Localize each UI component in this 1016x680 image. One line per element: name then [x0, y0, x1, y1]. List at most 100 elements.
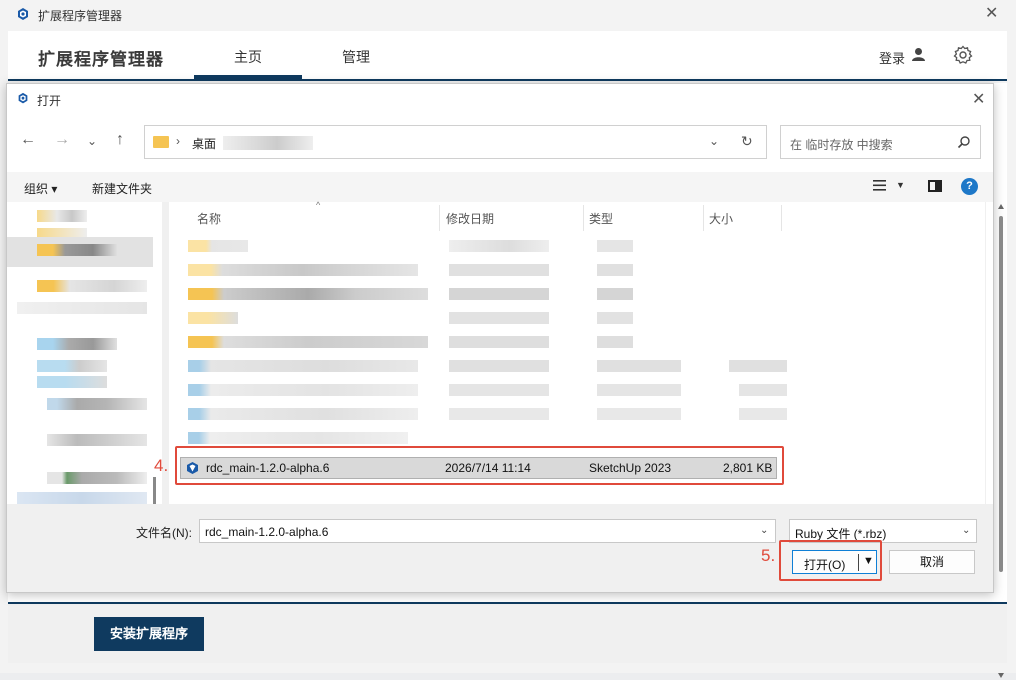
- preview-pane-icon[interactable]: [928, 180, 942, 192]
- nav-item-blurred: [37, 210, 87, 222]
- file-row-blurred[interactable]: [449, 240, 549, 252]
- close-icon[interactable]: ✕: [985, 6, 998, 22]
- file-row-blurred[interactable]: [188, 432, 408, 444]
- search-icon[interactable]: [957, 135, 971, 149]
- new-folder-button[interactable]: 新建文件夹: [92, 180, 152, 197]
- organize-label: 组织: [24, 182, 49, 196]
- search-placeholder: 在 临时存放 中搜索: [790, 138, 893, 152]
- open-file-dialog: 打开 ✕ ← → ⌄ ↑ › 桌面 ⌄ ↻ 在 临时存放 中搜索 组织 ▾ 新建…: [6, 83, 1004, 678]
- organize-menu[interactable]: 组织 ▾: [24, 180, 57, 197]
- dialog-titlebar: 打开 ✕: [7, 84, 993, 114]
- column-header-name[interactable]: 名称: [197, 210, 221, 227]
- file-row-blurred[interactable]: [597, 288, 633, 300]
- file-row-blurred[interactable]: [188, 288, 428, 300]
- chevron-right-icon: ›: [176, 134, 180, 148]
- nav-item-blurred: [37, 376, 107, 388]
- annotation-step-4: 4.: [154, 456, 169, 475]
- nav-item-blurred: [47, 434, 147, 446]
- nav-item-blurred: [17, 302, 147, 314]
- chevron-down-icon[interactable]: ⌄: [87, 134, 97, 148]
- filename-label: 文件名(N):: [136, 526, 192, 540]
- close-icon[interactable]: ✕: [972, 89, 985, 109]
- column-divider: [781, 205, 782, 231]
- file-row-blurred[interactable]: [188, 312, 238, 324]
- tab-home[interactable]: 主页: [234, 47, 262, 67]
- nav-item-blurred: [37, 360, 107, 372]
- file-row-blurred[interactable]: [597, 240, 633, 252]
- dialog-scrollbar[interactable]: [997, 202, 1005, 680]
- column-header-date[interactable]: 修改日期: [446, 210, 494, 227]
- file-row-blurred[interactable]: [597, 264, 633, 276]
- file-row-blurred[interactable]: [188, 384, 418, 396]
- nav-item-blurred: [37, 338, 117, 350]
- column-header-type[interactable]: 类型: [589, 210, 613, 227]
- folder-icon: [153, 136, 169, 148]
- file-row-blurred[interactable]: [597, 312, 633, 324]
- chevron-down-icon[interactable]: ⌄: [760, 525, 768, 536]
- chevron-down-icon[interactable]: ⌄: [962, 525, 970, 536]
- caret-down-icon[interactable]: ▼: [896, 180, 905, 190]
- cancel-button[interactable]: 取消: [889, 550, 975, 574]
- breadcrumb-blurred: [223, 136, 313, 150]
- help-icon[interactable]: ?: [961, 178, 978, 195]
- column-header-size[interactable]: 大小: [709, 210, 733, 227]
- nav-item-blurred: [17, 492, 147, 504]
- annotation-box-step-4: [175, 446, 784, 485]
- forward-arrow-icon[interactable]: →: [54, 131, 70, 149]
- column-divider: [583, 205, 584, 231]
- breadcrumb-desktop[interactable]: 桌面: [192, 135, 216, 152]
- filename-input[interactable]: rdc_main-1.2.0-alpha.6 ⌄: [199, 519, 776, 543]
- install-extension-button[interactable]: 安装扩展程序: [94, 617, 204, 651]
- nav-pane-scrollbar[interactable]: [153, 477, 156, 504]
- file-row-blurred[interactable]: [188, 264, 418, 276]
- nav-item-blurred: [37, 280, 147, 292]
- file-row-blurred[interactable]: [449, 384, 549, 396]
- dialog-title: 打开: [37, 94, 62, 108]
- navigation-bar: ← → ⌄ ↑ › 桌面 ⌄ ↻ 在 临时存放 中搜索: [7, 114, 993, 172]
- annotation-step-5: 5.: [761, 546, 776, 565]
- back-arrow-icon[interactable]: ←: [20, 131, 36, 149]
- filename-value: rdc_main-1.2.0-alpha.6: [205, 525, 329, 539]
- file-row-blurred[interactable]: [597, 360, 681, 372]
- file-row-blurred[interactable]: [729, 360, 787, 372]
- view-list-icon[interactable]: [873, 180, 886, 191]
- user-icon[interactable]: [911, 47, 926, 62]
- nav-item-blurred: [47, 472, 147, 484]
- gear-icon[interactable]: [953, 45, 973, 65]
- file-row-blurred[interactable]: [449, 288, 549, 300]
- annotation-box-step-5: [779, 540, 882, 581]
- sort-ascending-icon: ^: [316, 200, 321, 210]
- file-list-scrollbar-track: [986, 202, 993, 504]
- app-header: 扩展程序管理器 主页 管理 登录: [8, 31, 1007, 81]
- column-divider: [703, 205, 704, 231]
- search-input[interactable]: 在 临时存放 中搜索: [780, 125, 981, 159]
- up-arrow-icon[interactable]: ↑: [116, 131, 124, 149]
- chevron-down-icon[interactable]: ⌄: [709, 134, 719, 148]
- nav-item-blurred: [47, 398, 147, 410]
- app-title: 扩展程序管理器: [38, 50, 164, 69]
- address-bar[interactable]: › 桌面 ⌄ ↻: [144, 125, 767, 159]
- sketchup-app-icon: [18, 8, 28, 20]
- dialog-toolbar: 组织 ▾ 新建文件夹 ▼ ?: [7, 172, 993, 202]
- navigation-pane[interactable]: [7, 202, 162, 504]
- file-row-blurred[interactable]: [188, 240, 248, 252]
- file-row-blurred[interactable]: [597, 336, 633, 348]
- file-row-blurred[interactable]: [597, 384, 681, 396]
- file-row-blurred[interactable]: [739, 384, 787, 396]
- tab-manage[interactable]: 管理: [342, 47, 370, 67]
- login-link[interactable]: 登录: [879, 48, 905, 67]
- file-row-blurred[interactable]: [597, 408, 681, 420]
- file-row-blurred[interactable]: [739, 408, 787, 420]
- file-row-blurred[interactable]: [188, 360, 418, 372]
- file-row-blurred[interactable]: [188, 408, 418, 420]
- column-divider: [439, 205, 440, 231]
- file-row-blurred[interactable]: [449, 408, 549, 420]
- nav-item-blurred: [37, 244, 117, 256]
- file-row-blurred[interactable]: [188, 336, 428, 348]
- sketchup-app-icon: [18, 92, 28, 104]
- file-row-blurred[interactable]: [449, 360, 549, 372]
- file-row-blurred[interactable]: [449, 336, 549, 348]
- refresh-icon[interactable]: ↻: [741, 133, 753, 150]
- file-row-blurred[interactable]: [449, 264, 549, 276]
- file-row-blurred[interactable]: [449, 312, 549, 324]
